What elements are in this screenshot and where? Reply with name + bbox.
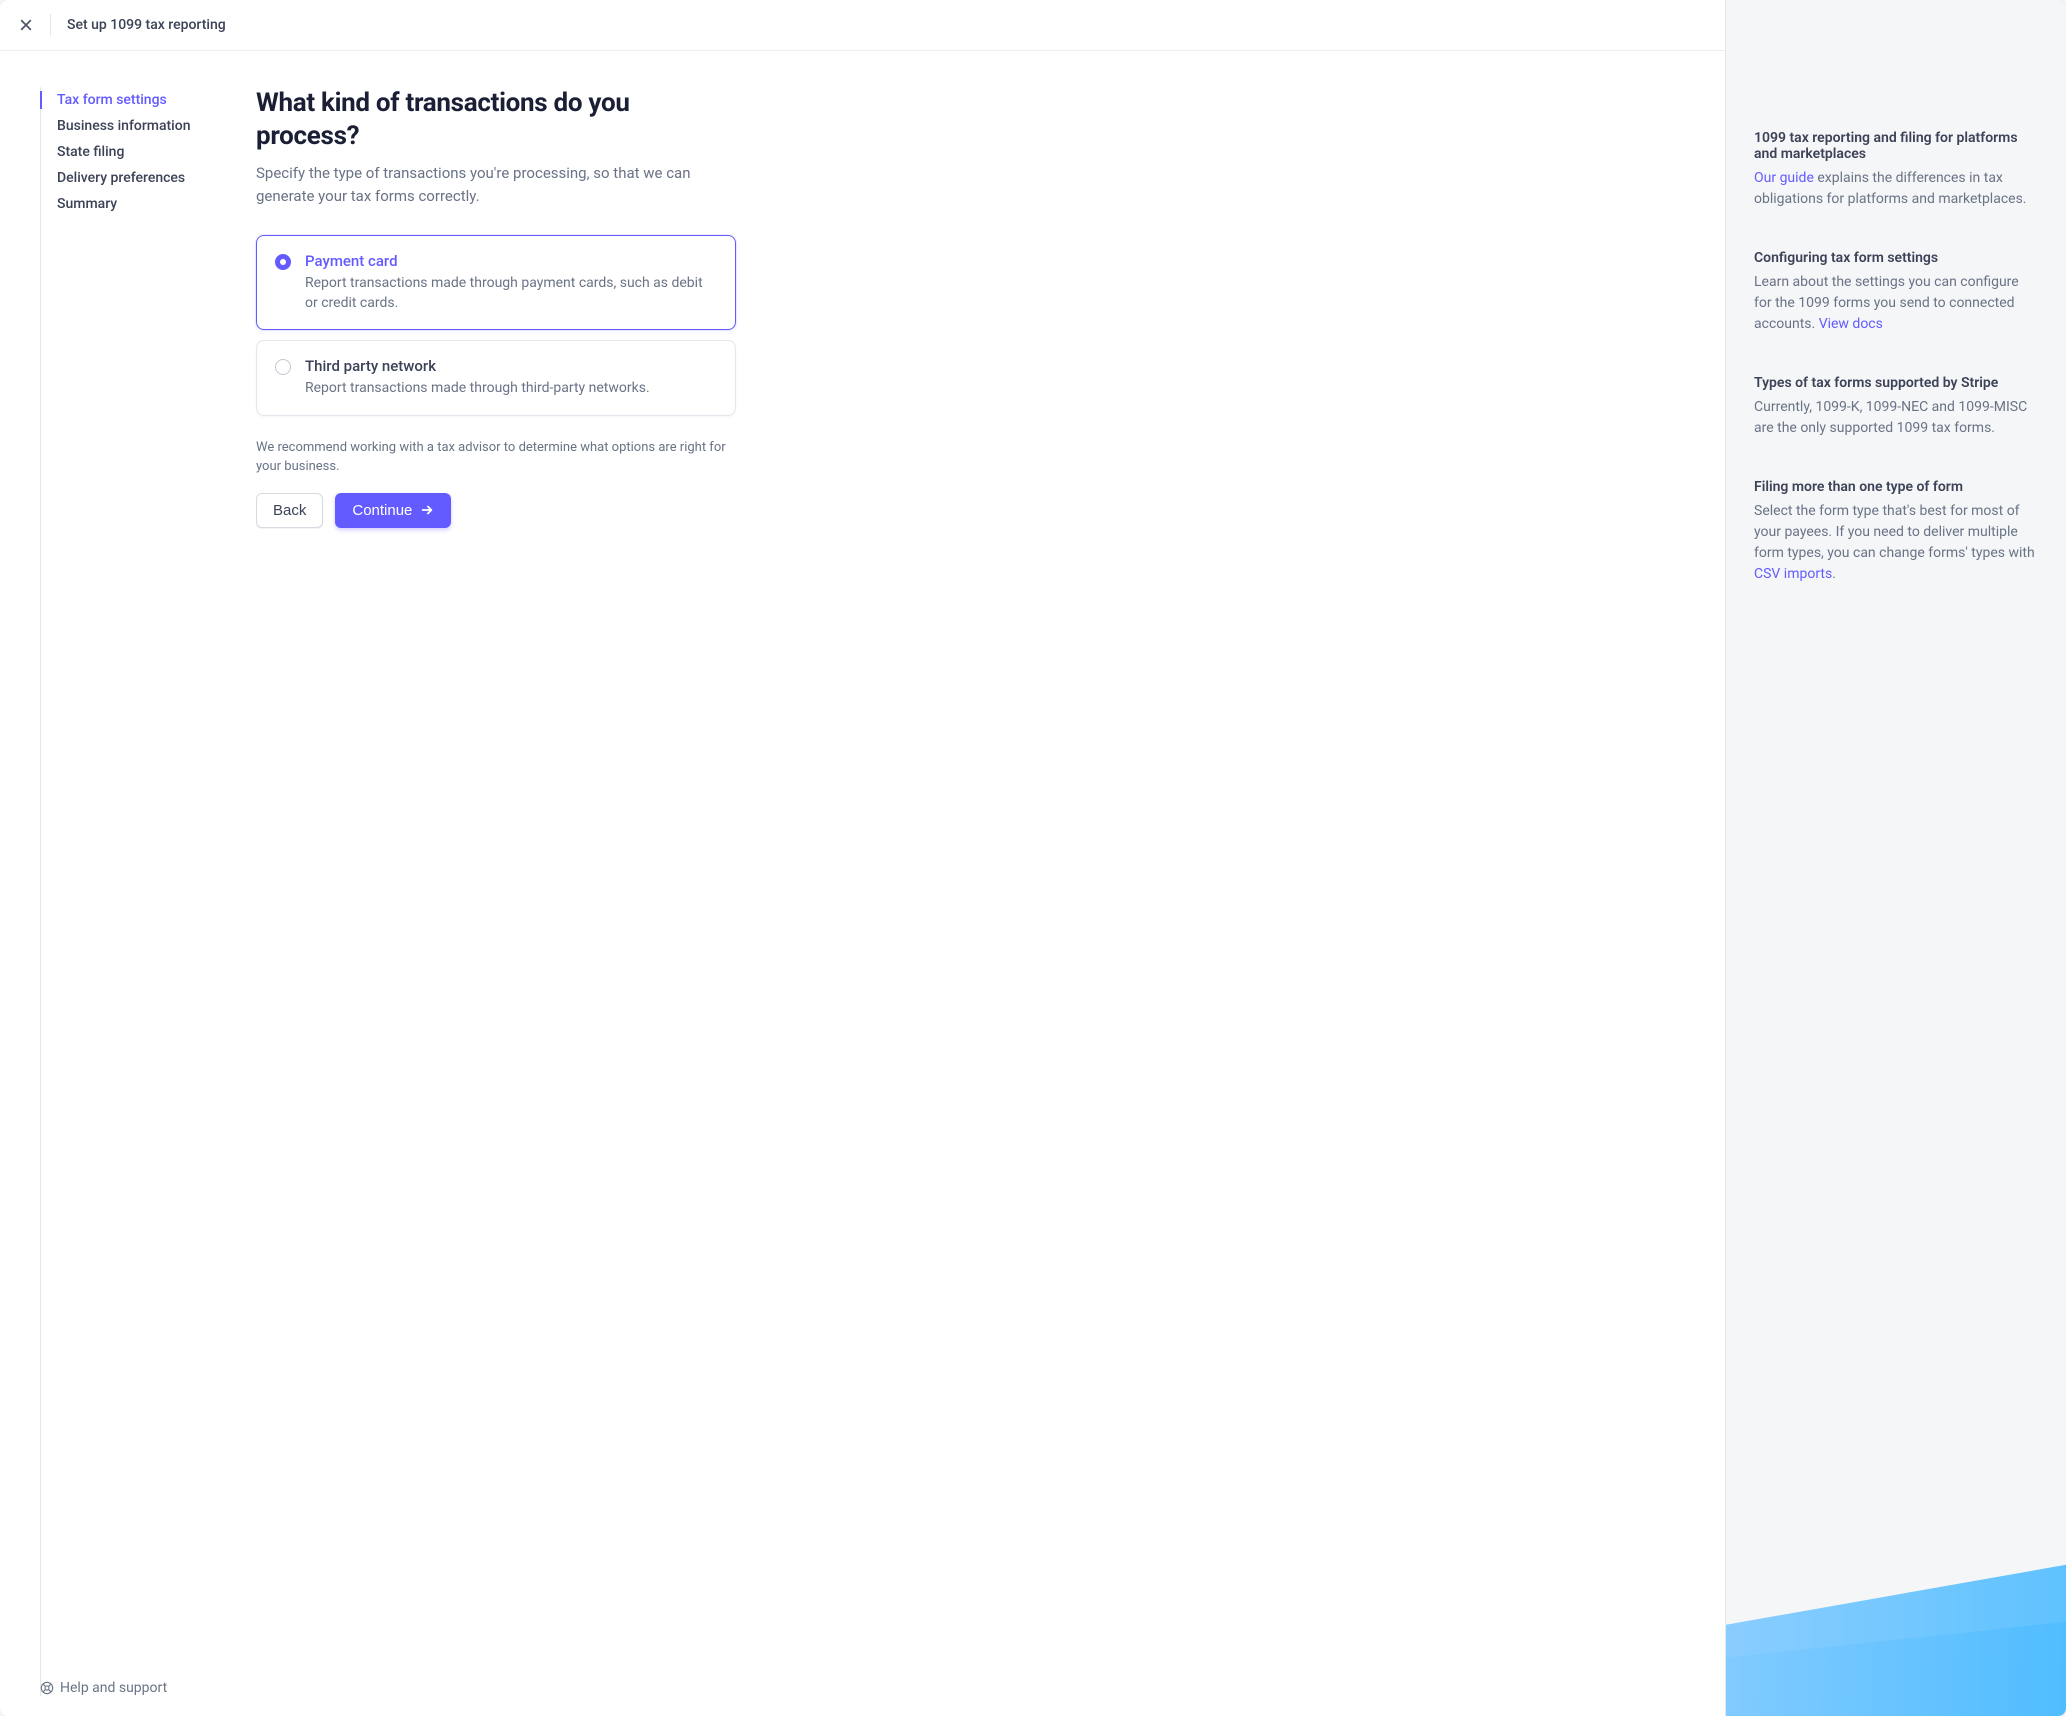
info-title: 1099 tax reporting and filing for platfo…: [1754, 130, 2038, 162]
info-body: Learn about the settings you can configu…: [1754, 272, 2038, 335]
arrow-right-icon: [420, 503, 434, 517]
header-divider: [50, 14, 51, 36]
sidebar-item-tax-form-settings[interactable]: Tax form settings: [57, 87, 220, 113]
lifebuoy-icon: [40, 1681, 54, 1695]
sidebar-item-state-filing[interactable]: State filing: [57, 139, 220, 165]
main-heading: What kind of transactions do you process…: [256, 87, 736, 152]
back-button-label: Back: [273, 502, 306, 519]
info-sidebar: 1099 tax reporting and filing for platfo…: [1726, 0, 2066, 1716]
close-icon[interactable]: [18, 17, 34, 33]
option-desc: Report transactions made through third-p…: [305, 379, 650, 399]
radio-unselected-icon: [275, 359, 291, 375]
main-content: What kind of transactions do you process…: [256, 87, 736, 1696]
help-label: Help and support: [60, 1680, 167, 1696]
info-title: Filing more than one type of form: [1754, 479, 2038, 495]
sidebar-item-summary[interactable]: Summary: [57, 191, 220, 217]
page-title-header: Set up 1099 tax reporting: [67, 17, 226, 33]
info-title: Configuring tax form settings: [1754, 250, 2038, 266]
option-title: Third party network: [305, 357, 650, 375]
info-title: Types of tax forms supported by Stripe: [1754, 375, 2038, 391]
info-block-filing-multiple: Filing more than one type of form Select…: [1754, 479, 2038, 585]
body: Tax form settings Business information S…: [0, 51, 1725, 1716]
sidebar-item-delivery-preferences[interactable]: Delivery preferences: [57, 165, 220, 191]
app-window: Set up 1099 tax reporting Tax form setti…: [0, 0, 2066, 1716]
view-docs-link[interactable]: View docs: [1819, 316, 1883, 332]
radio-selected-icon: [275, 254, 291, 270]
left-pane: Set up 1099 tax reporting Tax form setti…: [0, 0, 1726, 1716]
button-row: Back Continue: [256, 493, 736, 528]
info-block-reporting: 1099 tax reporting and filing for platfo…: [1754, 130, 2038, 210]
info-body: Select the form type that's best for mos…: [1754, 501, 2038, 585]
advisor-recommendation: We recommend working with a tax advisor …: [256, 438, 736, 477]
our-guide-link[interactable]: Our guide: [1754, 170, 1814, 186]
continue-button-label: Continue: [352, 502, 412, 519]
back-button[interactable]: Back: [256, 493, 323, 528]
info-text: .: [1832, 566, 1836, 582]
info-text: Learn about the settings you can configu…: [1754, 274, 2019, 332]
option-third-party-network[interactable]: Third party network Report transactions …: [256, 340, 736, 416]
info-block-types: Types of tax forms supported by Stripe C…: [1754, 375, 2038, 439]
info-body: Our guide explains the differences in ta…: [1754, 168, 2038, 210]
main-subtitle: Specify the type of transactions you're …: [256, 162, 736, 207]
option-payment-card[interactable]: Payment card Report transactions made th…: [256, 235, 736, 330]
info-block-configuring: Configuring tax form settings Learn abou…: [1754, 250, 2038, 335]
decorative-shape: [1726, 1561, 2066, 1716]
continue-button[interactable]: Continue: [335, 493, 451, 528]
csv-imports-link[interactable]: CSV imports: [1754, 566, 1832, 582]
header: Set up 1099 tax reporting: [0, 0, 1725, 51]
info-body: Currently, 1099-K, 1099-NEC and 1099-MIS…: [1754, 397, 2038, 439]
sidebar-item-business-information[interactable]: Business information: [57, 113, 220, 139]
setup-steps-sidebar: Tax form settings Business information S…: [40, 87, 220, 1696]
option-desc: Report transactions made through payment…: [305, 274, 717, 313]
help-and-support-link[interactable]: Help and support: [40, 1680, 167, 1696]
info-text: Select the form type that's best for mos…: [1754, 503, 2035, 561]
option-title: Payment card: [305, 252, 717, 270]
